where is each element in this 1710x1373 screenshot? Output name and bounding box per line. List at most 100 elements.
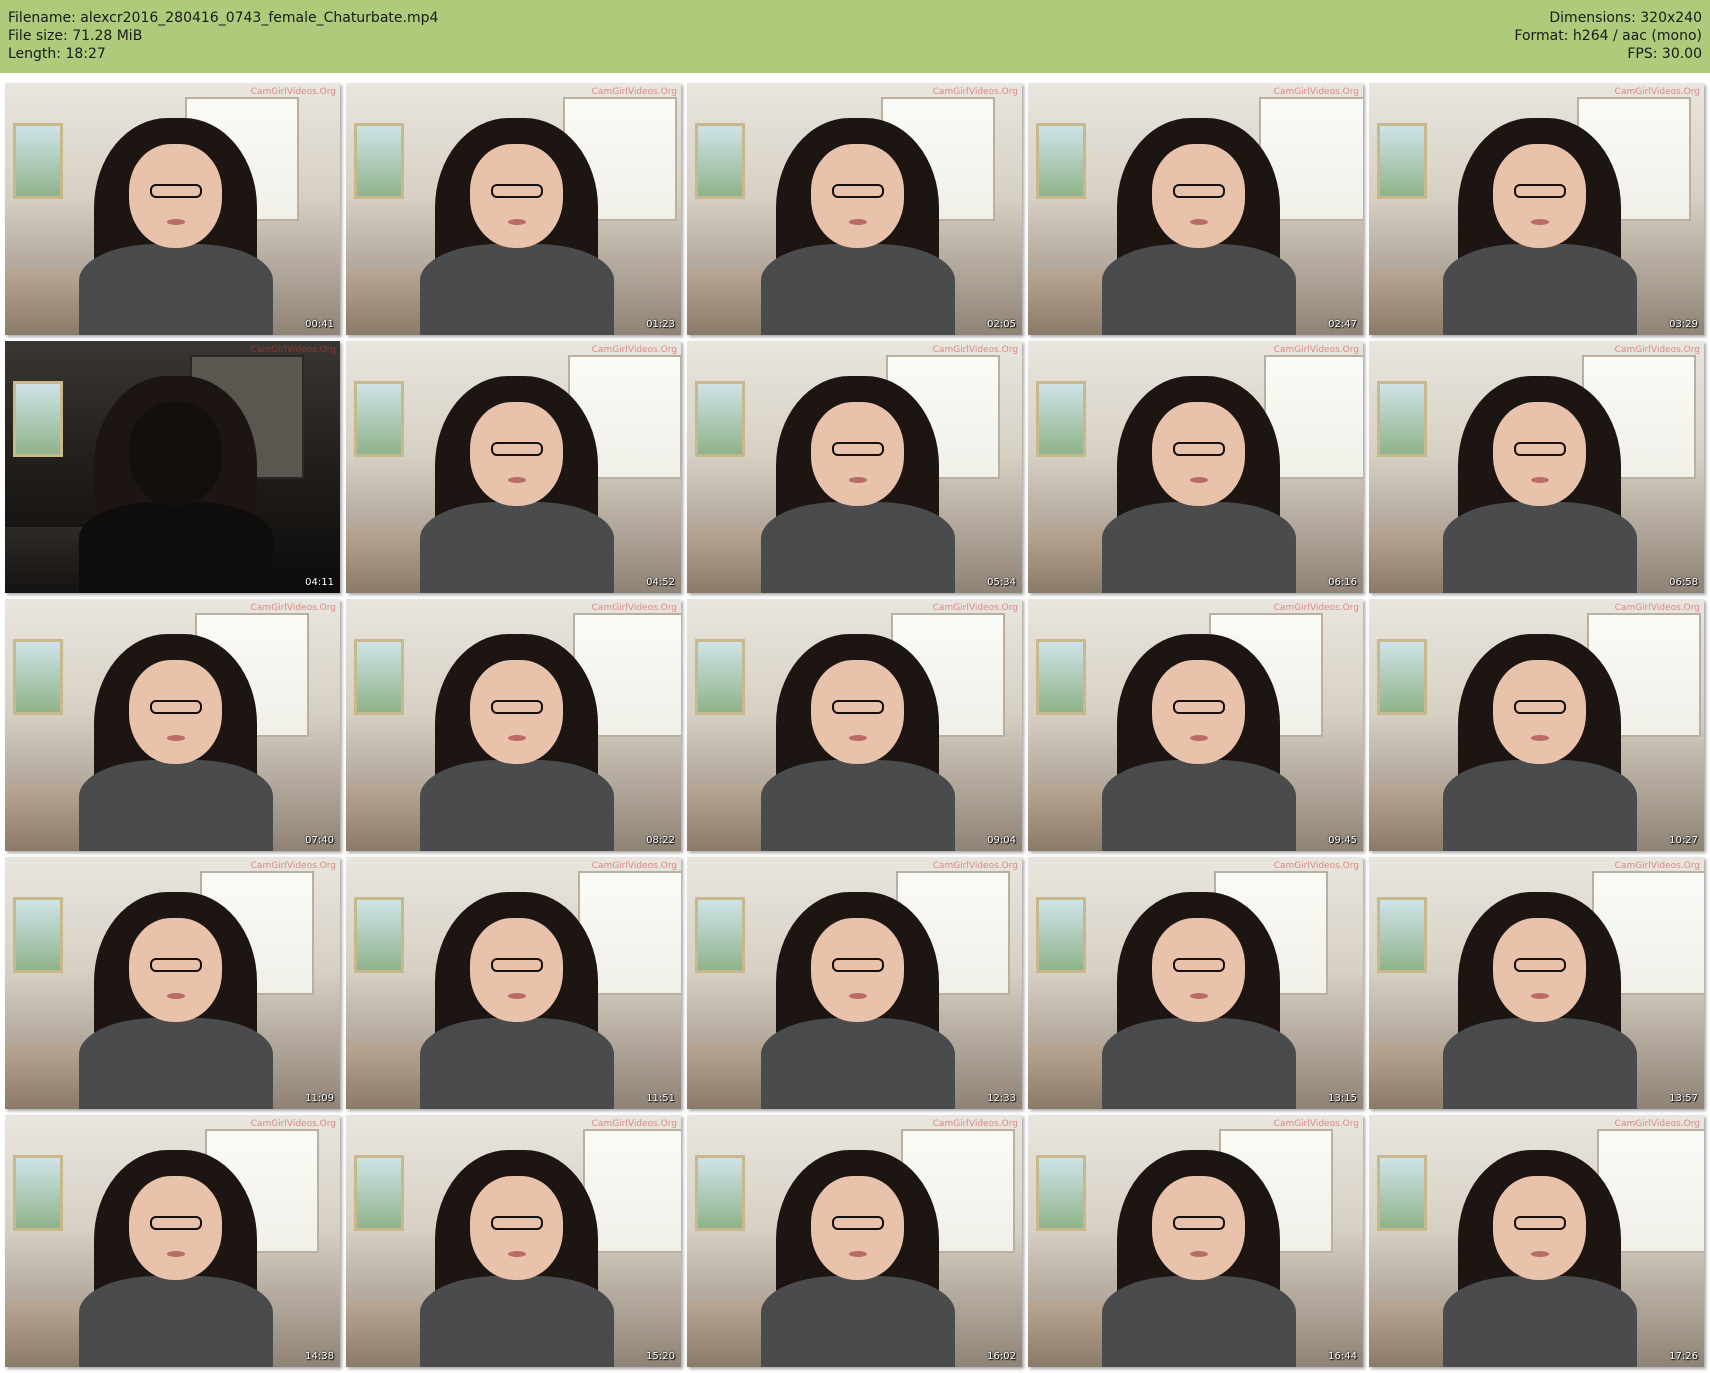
timestamp-label: 17:26: [1669, 1351, 1698, 1362]
video-thumbnail[interactable]: CamGirlVideos.Org 04:52: [346, 341, 681, 593]
face: [470, 144, 564, 249]
mouth: [1189, 735, 1209, 742]
person-figure: [419, 376, 614, 593]
watermark-text: CamGirlVideos.Org: [1273, 861, 1359, 871]
glasses: [490, 1215, 543, 1231]
video-thumbnail[interactable]: CamGirlVideos.Org 15:20: [346, 1115, 681, 1367]
mouth: [1189, 993, 1209, 1000]
shirt: [760, 501, 955, 593]
timestamp-label: 13:57: [1669, 1093, 1698, 1104]
wall-painting: [1377, 1155, 1427, 1231]
video-thumbnail[interactable]: CamGirlVideos.Org 07:40: [5, 599, 340, 851]
fps-text: FPS: 30.00: [1627, 46, 1702, 62]
shirt: [78, 501, 273, 593]
person-figure: [1101, 634, 1296, 851]
video-thumbnail[interactable]: CamGirlVideos.Org 03:29: [1369, 83, 1704, 335]
video-thumbnail[interactable]: CamGirlVideos.Org 11:51: [346, 857, 681, 1109]
video-thumbnail[interactable]: CamGirlVideos.Org 04:11: [5, 341, 340, 593]
mouth: [166, 735, 186, 742]
person-figure: [1101, 376, 1296, 593]
person-figure: [1442, 118, 1637, 335]
video-thumbnail[interactable]: CamGirlVideos.Org 13:15: [1028, 857, 1363, 1109]
video-thumbnail[interactable]: CamGirlVideos.Org 14:38: [5, 1115, 340, 1367]
timestamp-label: 11:51: [646, 1093, 675, 1104]
video-thumbnail[interactable]: CamGirlVideos.Org 09:45: [1028, 599, 1363, 851]
shirt: [760, 1017, 955, 1109]
video-thumbnail[interactable]: CamGirlVideos.Org 08:22: [346, 599, 681, 851]
video-thumbnail[interactable]: CamGirlVideos.Org 17:26: [1369, 1115, 1704, 1367]
mouth: [507, 219, 527, 226]
timestamp-label: 09:04: [987, 835, 1016, 846]
video-thumbnail[interactable]: CamGirlVideos.Org 01:23: [346, 83, 681, 335]
timestamp-label: 08:22: [646, 835, 675, 846]
glasses: [1513, 441, 1566, 457]
video-thumbnail[interactable]: CamGirlVideos.Org 02:05: [687, 83, 1022, 335]
wall-painting: [13, 1155, 63, 1231]
glasses: [1172, 699, 1225, 715]
file-info: Filename: alexcr2016_280416_0743_female_…: [8, 9, 438, 63]
face: [811, 918, 905, 1023]
video-thumbnail[interactable]: CamGirlVideos.Org 13:57: [1369, 857, 1704, 1109]
face: [129, 918, 223, 1023]
filesize-text: File size: 71.28 MiB: [8, 28, 143, 44]
video-thumbnail[interactable]: CamGirlVideos.Org 06:58: [1369, 341, 1704, 593]
watermark-text: CamGirlVideos.Org: [591, 87, 677, 97]
shirt: [760, 1275, 955, 1367]
watermark-text: CamGirlVideos.Org: [1273, 345, 1359, 355]
person-figure: [760, 376, 955, 593]
person-figure: [1442, 376, 1637, 593]
video-thumbnail[interactable]: CamGirlVideos.Org 10:27: [1369, 599, 1704, 851]
glasses: [1172, 441, 1225, 457]
face: [1152, 660, 1246, 765]
mouth: [1530, 1251, 1550, 1258]
glasses: [1513, 957, 1566, 973]
watermark-text: CamGirlVideos.Org: [591, 603, 677, 613]
video-thumbnail[interactable]: CamGirlVideos.Org 06:16: [1028, 341, 1363, 593]
person-figure: [1442, 892, 1637, 1109]
wall-painting: [354, 897, 404, 973]
timestamp-label: 04:11: [305, 577, 334, 588]
shirt: [1442, 1017, 1637, 1109]
shirt: [1101, 759, 1296, 851]
video-thumbnail[interactable]: CamGirlVideos.Org 05:34: [687, 341, 1022, 593]
watermark-text: CamGirlVideos.Org: [250, 1119, 336, 1129]
person-figure: [78, 376, 273, 593]
timestamp-label: 16:44: [1328, 1351, 1357, 1362]
watermark-text: CamGirlVideos.Org: [932, 861, 1018, 871]
glasses: [1513, 183, 1566, 199]
wall-painting: [1036, 1155, 1086, 1231]
video-thumbnail[interactable]: CamGirlVideos.Org 11:09: [5, 857, 340, 1109]
timestamp-label: 09:45: [1328, 835, 1357, 846]
timestamp-label: 07:40: [305, 835, 334, 846]
watermark-text: CamGirlVideos.Org: [1273, 603, 1359, 613]
shirt: [1442, 243, 1637, 335]
person-figure: [760, 634, 955, 851]
mouth: [166, 219, 186, 226]
face: [1152, 1176, 1246, 1281]
format-text: Format: h264 / aac (mono): [1514, 28, 1702, 44]
shirt: [760, 759, 955, 851]
face: [1493, 402, 1587, 507]
watermark-text: CamGirlVideos.Org: [932, 1119, 1018, 1129]
face: [1493, 1176, 1587, 1281]
shirt: [78, 1275, 273, 1367]
video-thumbnail[interactable]: CamGirlVideos.Org 12:33: [687, 857, 1022, 1109]
shirt: [1442, 1275, 1637, 1367]
video-thumbnail[interactable]: CamGirlVideos.Org 09:04: [687, 599, 1022, 851]
watermark-text: CamGirlVideos.Org: [1614, 603, 1700, 613]
shirt: [1101, 1017, 1296, 1109]
video-thumbnail[interactable]: CamGirlVideos.Org 02:47: [1028, 83, 1363, 335]
glasses: [1513, 1215, 1566, 1231]
wall-painting: [13, 381, 63, 457]
watermark-text: CamGirlVideos.Org: [1273, 87, 1359, 97]
face: [129, 402, 223, 507]
video-thumbnail[interactable]: CamGirlVideos.Org 00:41: [5, 83, 340, 335]
wall-painting: [1036, 123, 1086, 199]
glasses: [490, 957, 543, 973]
video-thumbnail[interactable]: CamGirlVideos.Org 16:02: [687, 1115, 1022, 1367]
length-text: Length: 18:27: [8, 46, 106, 62]
glasses: [490, 699, 543, 715]
wall-painting: [1377, 381, 1427, 457]
mouth: [507, 1251, 527, 1258]
video-thumbnail[interactable]: CamGirlVideos.Org 16:44: [1028, 1115, 1363, 1367]
